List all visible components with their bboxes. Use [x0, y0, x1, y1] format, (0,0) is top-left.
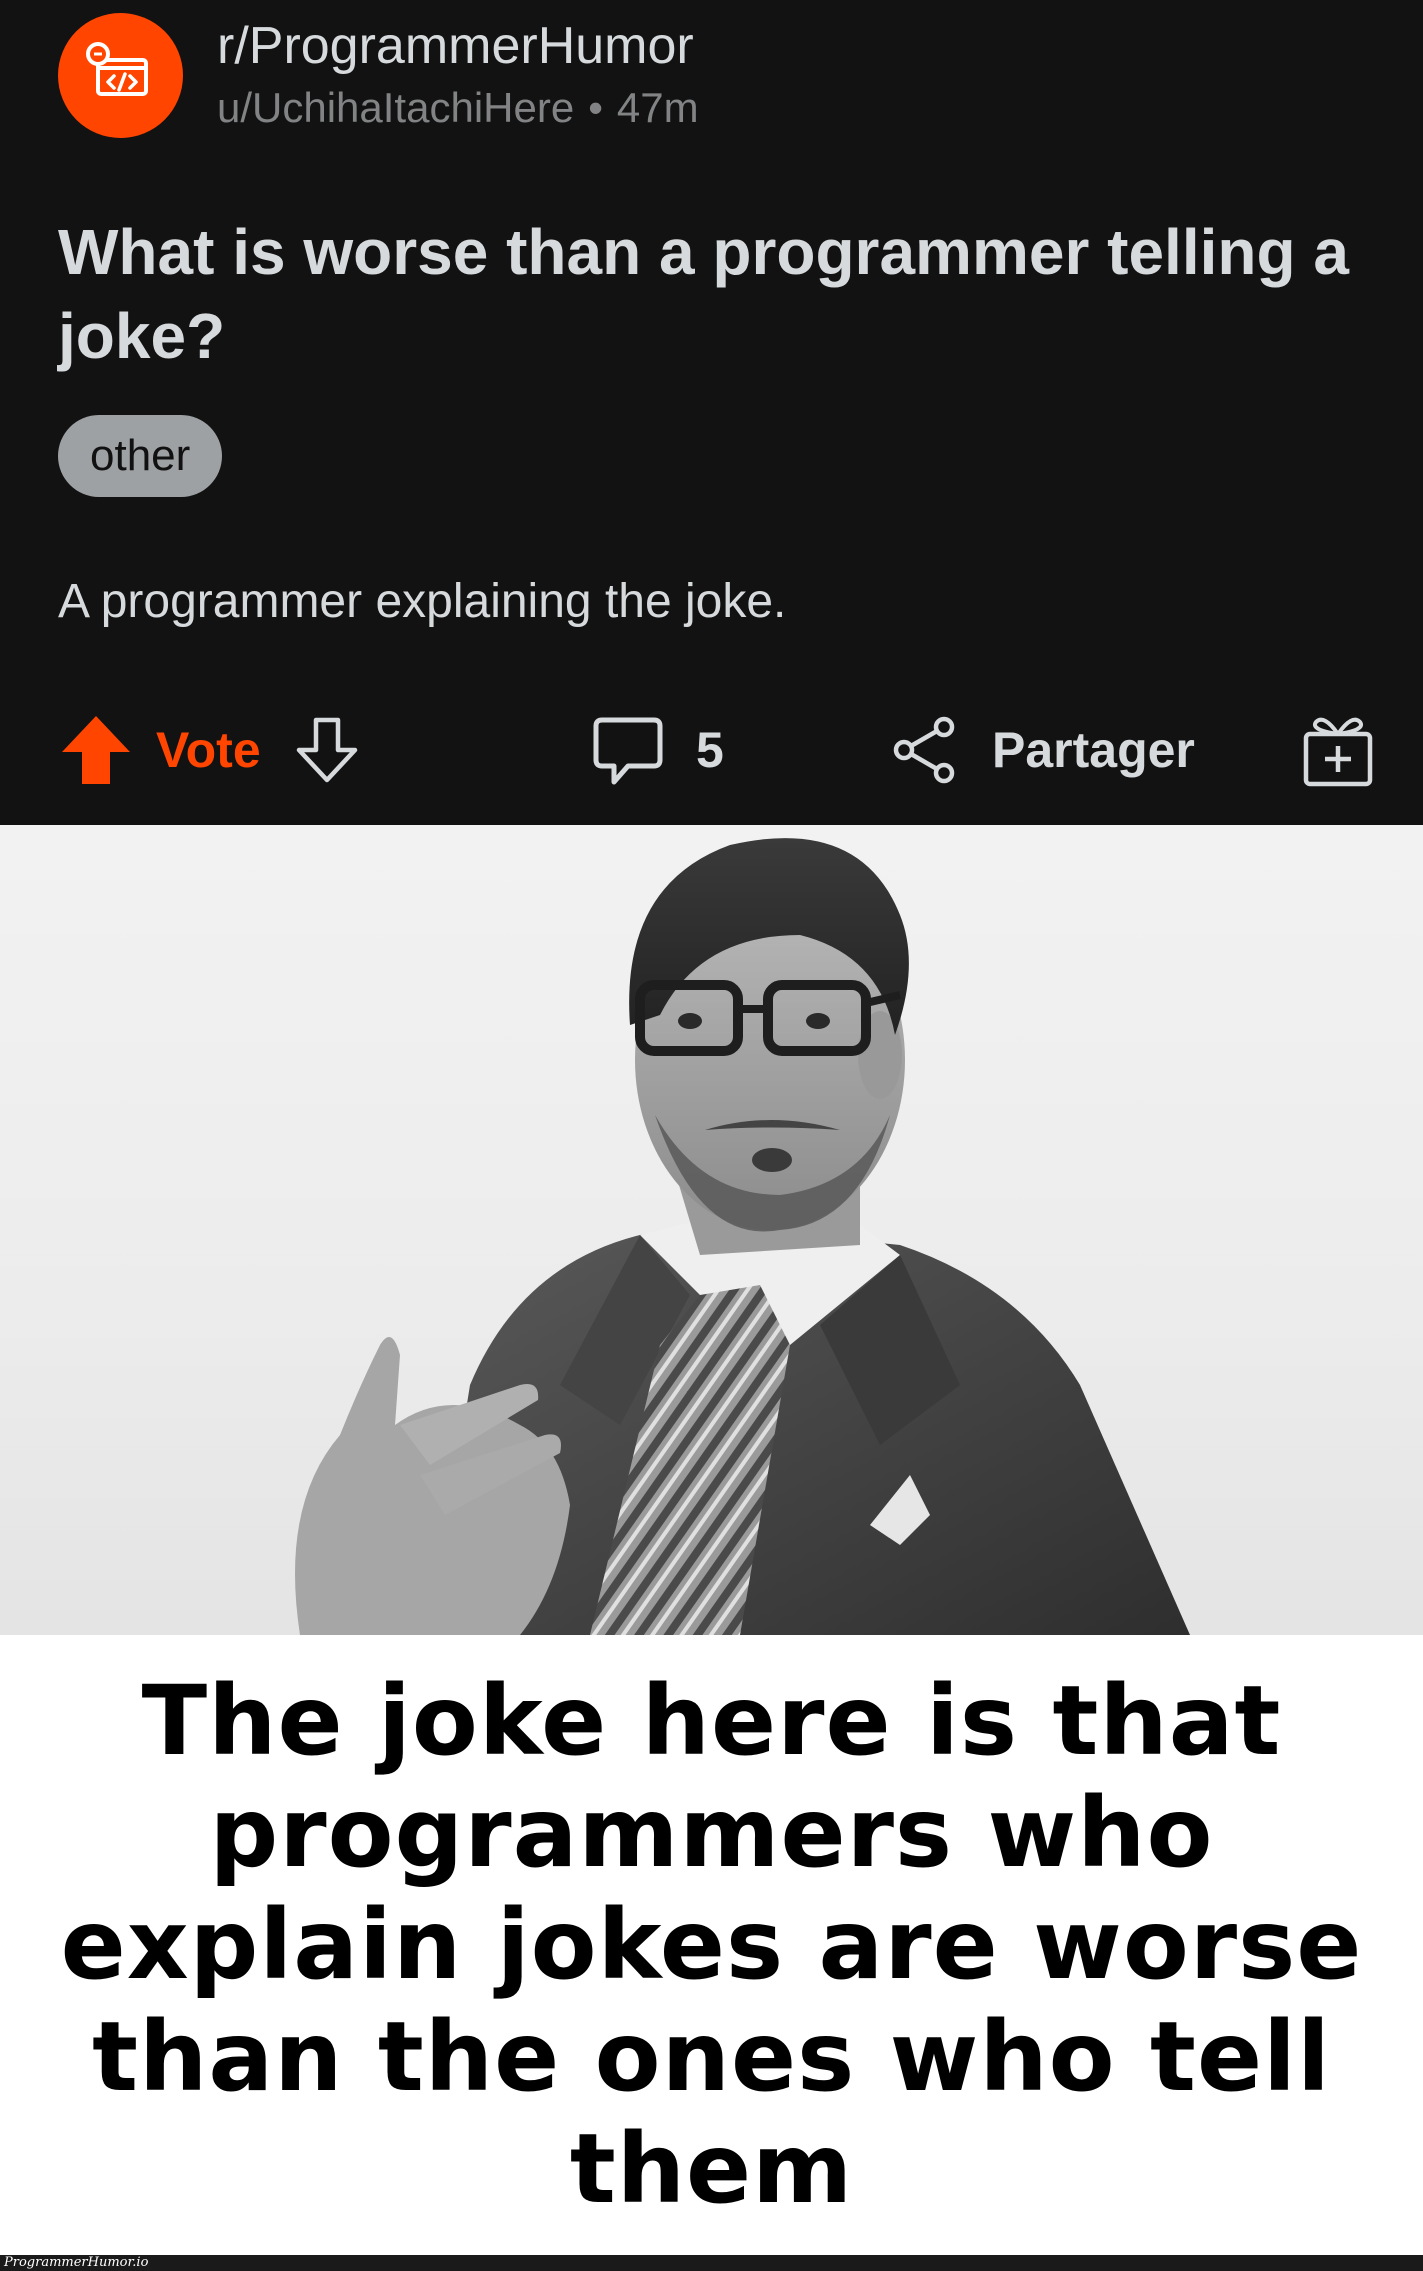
meme-photo: [0, 825, 1423, 1635]
vote-label[interactable]: Vote: [156, 721, 261, 779]
post-header: r/ProgrammerHumor u/UchihaItachiHere • 47m: [58, 10, 699, 140]
meme-caption: The joke here is that programmers who ex…: [60, 1665, 1363, 2225]
post-flair[interactable]: other: [58, 415, 223, 497]
programmer-humor-logo-icon[interactable]: [58, 12, 183, 138]
upvote-arrow-icon[interactable]: [58, 712, 134, 788]
share-icon: [888, 713, 962, 787]
downvote-arrow-icon[interactable]: [291, 714, 363, 786]
award-gift-icon: [1298, 710, 1378, 790]
man-in-suit-illustration: [295, 838, 1190, 1635]
post-header-text: r/ProgrammerHumor u/UchihaItachiHere • 47m: [217, 13, 699, 137]
award-button[interactable]: [1298, 700, 1378, 800]
vote-group: Vote: [58, 700, 363, 800]
comment-bubble-icon: [588, 710, 668, 790]
meta-separator: •: [588, 84, 603, 131]
post-meta: u/UchihaItachiHere • 47m: [217, 79, 699, 137]
reddit-post: r/ProgrammerHumor u/UchihaItachiHere • 47m…: [0, 0, 1423, 825]
post-title[interactable]: What is worse than a programmer telling …: [58, 210, 1378, 378]
comments-button[interactable]: 5: [588, 700, 724, 800]
author-name[interactable]: u/UchihaItachiHere: [217, 84, 574, 131]
post-action-bar: Vote 5 Partager: [58, 700, 1378, 800]
post-age: 47m: [616, 84, 699, 131]
subreddit-name[interactable]: r/ProgrammerHumor: [217, 13, 699, 79]
watermark-text: ProgrammerHumor.io: [4, 2255, 149, 2270]
share-label: Partager: [992, 722, 1195, 778]
share-button[interactable]: Partager: [888, 700, 1195, 800]
watermark-bar: ProgrammerHumor.io: [0, 2255, 1423, 2271]
post-body: A programmer explaining the joke.: [58, 575, 787, 628]
meme-caption-area: The joke here is that programmers who ex…: [0, 1635, 1423, 2255]
comment-count: 5: [696, 722, 724, 778]
